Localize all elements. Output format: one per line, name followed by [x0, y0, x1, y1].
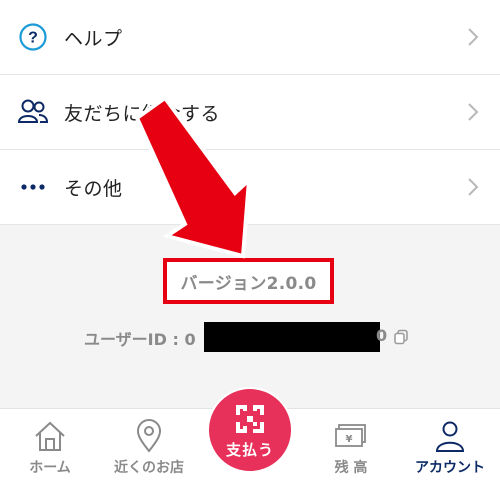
tab-home-label: ホーム	[29, 460, 71, 476]
menu-item-help[interactable]: ? ヘルプ	[0, 0, 500, 75]
tab-account[interactable]: アカウント	[405, 409, 495, 482]
menu-item-other-label: その他	[64, 177, 123, 200]
user-id-row: ユーザーID : 0 0	[84, 322, 414, 352]
annotation-arrow-icon	[134, 98, 252, 259]
chevron-right-icon	[468, 178, 479, 196]
user-id-tail: 0	[376, 326, 388, 345]
person-icon	[435, 421, 465, 452]
qr-code-icon	[236, 404, 264, 433]
tab-balance-label: 残 高	[334, 460, 368, 476]
chevron-right-icon	[468, 103, 479, 121]
svg-text:¥: ¥	[346, 434, 353, 445]
map-pin-icon	[136, 419, 162, 453]
tab-home[interactable]: ホーム	[20, 409, 80, 482]
version-text: バージョン2.0.0	[180, 273, 317, 294]
banknote-icon: ¥	[335, 424, 366, 447]
tab-account-label: アカウント	[415, 460, 485, 476]
user-id-label: ユーザーID : 0	[84, 330, 196, 349]
chevron-right-icon	[468, 28, 479, 46]
pay-button-label: 支払う	[225, 440, 274, 459]
pay-button[interactable]: 支払う	[207, 387, 293, 473]
tab-nearby-stores[interactable]: 近くのお店	[104, 409, 194, 482]
users-icon	[16, 95, 50, 129]
help-circle-icon: ?	[16, 20, 50, 54]
tab-balance[interactable]: ¥ 残 高	[316, 409, 386, 482]
svg-text:?: ?	[28, 30, 38, 47]
user-id-redaction	[204, 322, 380, 352]
copy-icon[interactable]	[393, 329, 409, 345]
home-icon	[35, 421, 65, 451]
tab-nearby-stores-label: 近くのお店	[114, 460, 184, 476]
menu-item-help-label: ヘルプ	[64, 27, 123, 50]
more-dots-icon	[16, 170, 50, 204]
